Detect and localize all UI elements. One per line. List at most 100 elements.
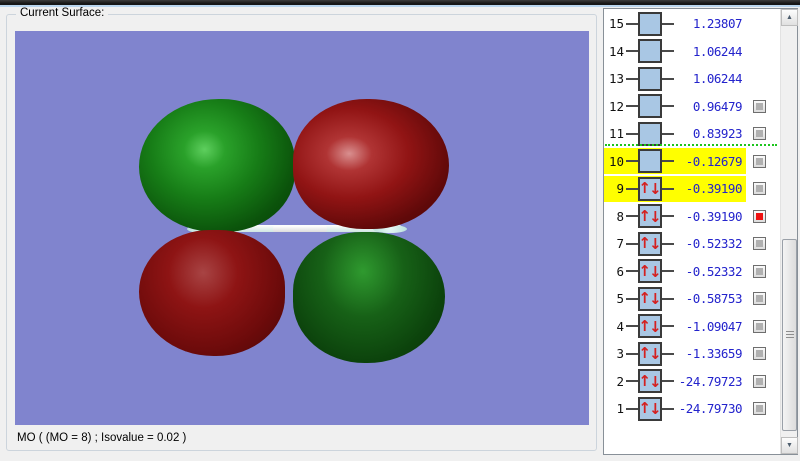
scrollbar-thumb[interactable] [782,239,797,431]
mo-energy-value: -0.52332 [685,263,743,279]
mo-number-label: 4 [616,318,624,334]
mo-number-label: 9 [616,181,624,197]
orbital-occupancy-icon: ↑ ↓ [638,369,662,394]
energy-level-line [626,297,638,300]
energy-level-line [626,242,638,245]
spin-down-arrow-icon: ↓ [649,262,662,281]
mo-row[interactable]: 1 ↑ ↓ -24.79730 [604,395,780,423]
mo-number-label: 12 [608,98,624,114]
energy-level-line [626,50,638,53]
energy-level-line [662,77,674,80]
mo-select-checkbox[interactable] [753,154,766,168]
bond-cylinder-front [273,226,327,232]
energy-level-line [626,22,638,25]
mo-row[interactable]: 2 ↑ ↓ -24.79723 [604,368,780,396]
mo-energy-value: 1.06244 [692,71,743,87]
orbital-occupancy-icon: ↑ ↓ [638,341,662,366]
energy-level-line [662,242,674,245]
mo-energy-value: 0.83923 [692,126,743,142]
spin-down-arrow-icon: ↓ [649,207,662,226]
mo-energy-value: -0.12679 [685,153,743,169]
energy-level-line [662,160,674,163]
energy-level-line [662,325,674,328]
mo-energy-value: 1.06244 [692,43,743,59]
energy-level-line [662,22,674,25]
energy-level-line [626,132,638,135]
mo-number-label: 8 [616,208,624,224]
energy-level-line [662,270,674,273]
energy-level-line [662,352,674,355]
orbital-viewport[interactable] [15,31,589,425]
spin-down-arrow-icon: ↓ [649,372,662,391]
energy-level-line [626,352,638,355]
energy-level-line [626,187,638,190]
energy-level-line [662,132,674,135]
mo-select-checkbox[interactable] [753,99,766,113]
mo-row[interactable]: 8 ↑ ↓ -0.39190 [604,203,780,231]
spin-down-arrow-icon: ↓ [649,290,662,309]
mo-select-checkbox[interactable] [753,319,766,333]
mo-number-label: 7 [616,236,624,252]
current-surface-groupbox: Current Surface: MO ( (MO = 8) ; Isovalu… [6,7,597,451]
orbital-occupancy-icon: ↑ ↓ [638,176,662,201]
orbital-occupancy-icon [638,39,662,64]
mo-number-label: 15 [608,16,624,32]
energy-level-line [662,380,674,383]
mo-row[interactable]: 10 -0.12679 [604,148,780,176]
energy-level-line [662,50,674,53]
orbital-occupancy-icon [638,121,662,146]
spin-down-arrow-icon: ↓ [649,235,662,254]
mo-select-checkbox[interactable] [753,237,766,250]
orbital-lobe-positive-top-left [139,99,295,232]
spin-down-arrow-icon: ↓ [649,180,662,199]
orbital-occupancy-icon: ↑ ↓ [638,259,662,284]
mo-energy-value: 1.23807 [692,16,743,32]
mo-row[interactable]: 5 ↑ ↓ -0.58753 [604,285,780,313]
energy-level-line [662,187,674,190]
mo-row[interactable]: 4 ↑ ↓ -1.09047 [604,313,780,341]
mo-select-checkbox[interactable] [753,402,766,415]
mo-row[interactable]: 14 1.06244 [604,38,780,66]
mo-row[interactable]: 12 0.96479 [604,93,780,121]
orbital-lobe-negative-bottom-left [139,230,285,356]
mo-energy-value: -1.09047 [685,318,743,334]
scroll-up-button[interactable]: ▲ [781,9,798,26]
mo-select-checkbox[interactable] [753,182,766,195]
energy-level-line [626,270,638,273]
mo-row[interactable]: 3 ↑ ↓ -1.33659 [604,340,780,368]
mo-row[interactable]: 13 1.06244 [604,65,780,93]
mo-select-checkbox[interactable] [753,127,766,140]
mo-select-checkbox[interactable] [753,374,766,388]
mo-select-checkbox[interactable] [753,292,766,305]
energy-level-line [662,297,674,300]
orbital-occupancy-icon [638,149,662,174]
spin-down-arrow-icon: ↓ [649,345,662,364]
mo-energy-value: 0.96479 [692,98,743,114]
mo-row[interactable]: 6 ↑ ↓ -0.52332 [604,258,780,286]
energy-level-line [626,105,638,108]
spin-down-arrow-icon: ↓ [649,317,662,336]
mo-energy-value: -0.58753 [685,291,743,307]
mo-select-checkbox[interactable] [753,264,766,278]
mo-select-checkbox[interactable] [753,347,766,360]
mo-row[interactable]: 7 ↑ ↓ -0.52332 [604,230,780,258]
energy-level-line [626,77,638,80]
mo-energy-value: -0.39190 [685,181,743,197]
mo-number-label: 13 [608,71,624,87]
orbital-occupancy-icon: ↑ ↓ [638,396,662,421]
energy-level-line [626,325,638,328]
scroll-down-button[interactable]: ▼ [781,437,798,454]
mo-energy-value: -0.39190 [685,208,743,224]
orbital-lobe-negative-top-right [293,99,449,229]
energy-level-line [626,215,638,218]
mo-row[interactable]: 9 ↑ ↓ -0.39190 [604,175,780,203]
mo-energy-value: -1.33659 [685,346,743,362]
mo-list-scrollbar[interactable]: ▲ ▼ [780,9,798,454]
energy-level-line [662,105,674,108]
mo-select-checkbox[interactable] [753,209,766,223]
window-titlebar-edge [0,0,800,7]
orbital-occupancy-icon [638,11,662,36]
mo-row[interactable]: 15 1.23807 [604,10,780,38]
mo-number-label: 14 [608,43,624,59]
energy-level-line [662,215,674,218]
